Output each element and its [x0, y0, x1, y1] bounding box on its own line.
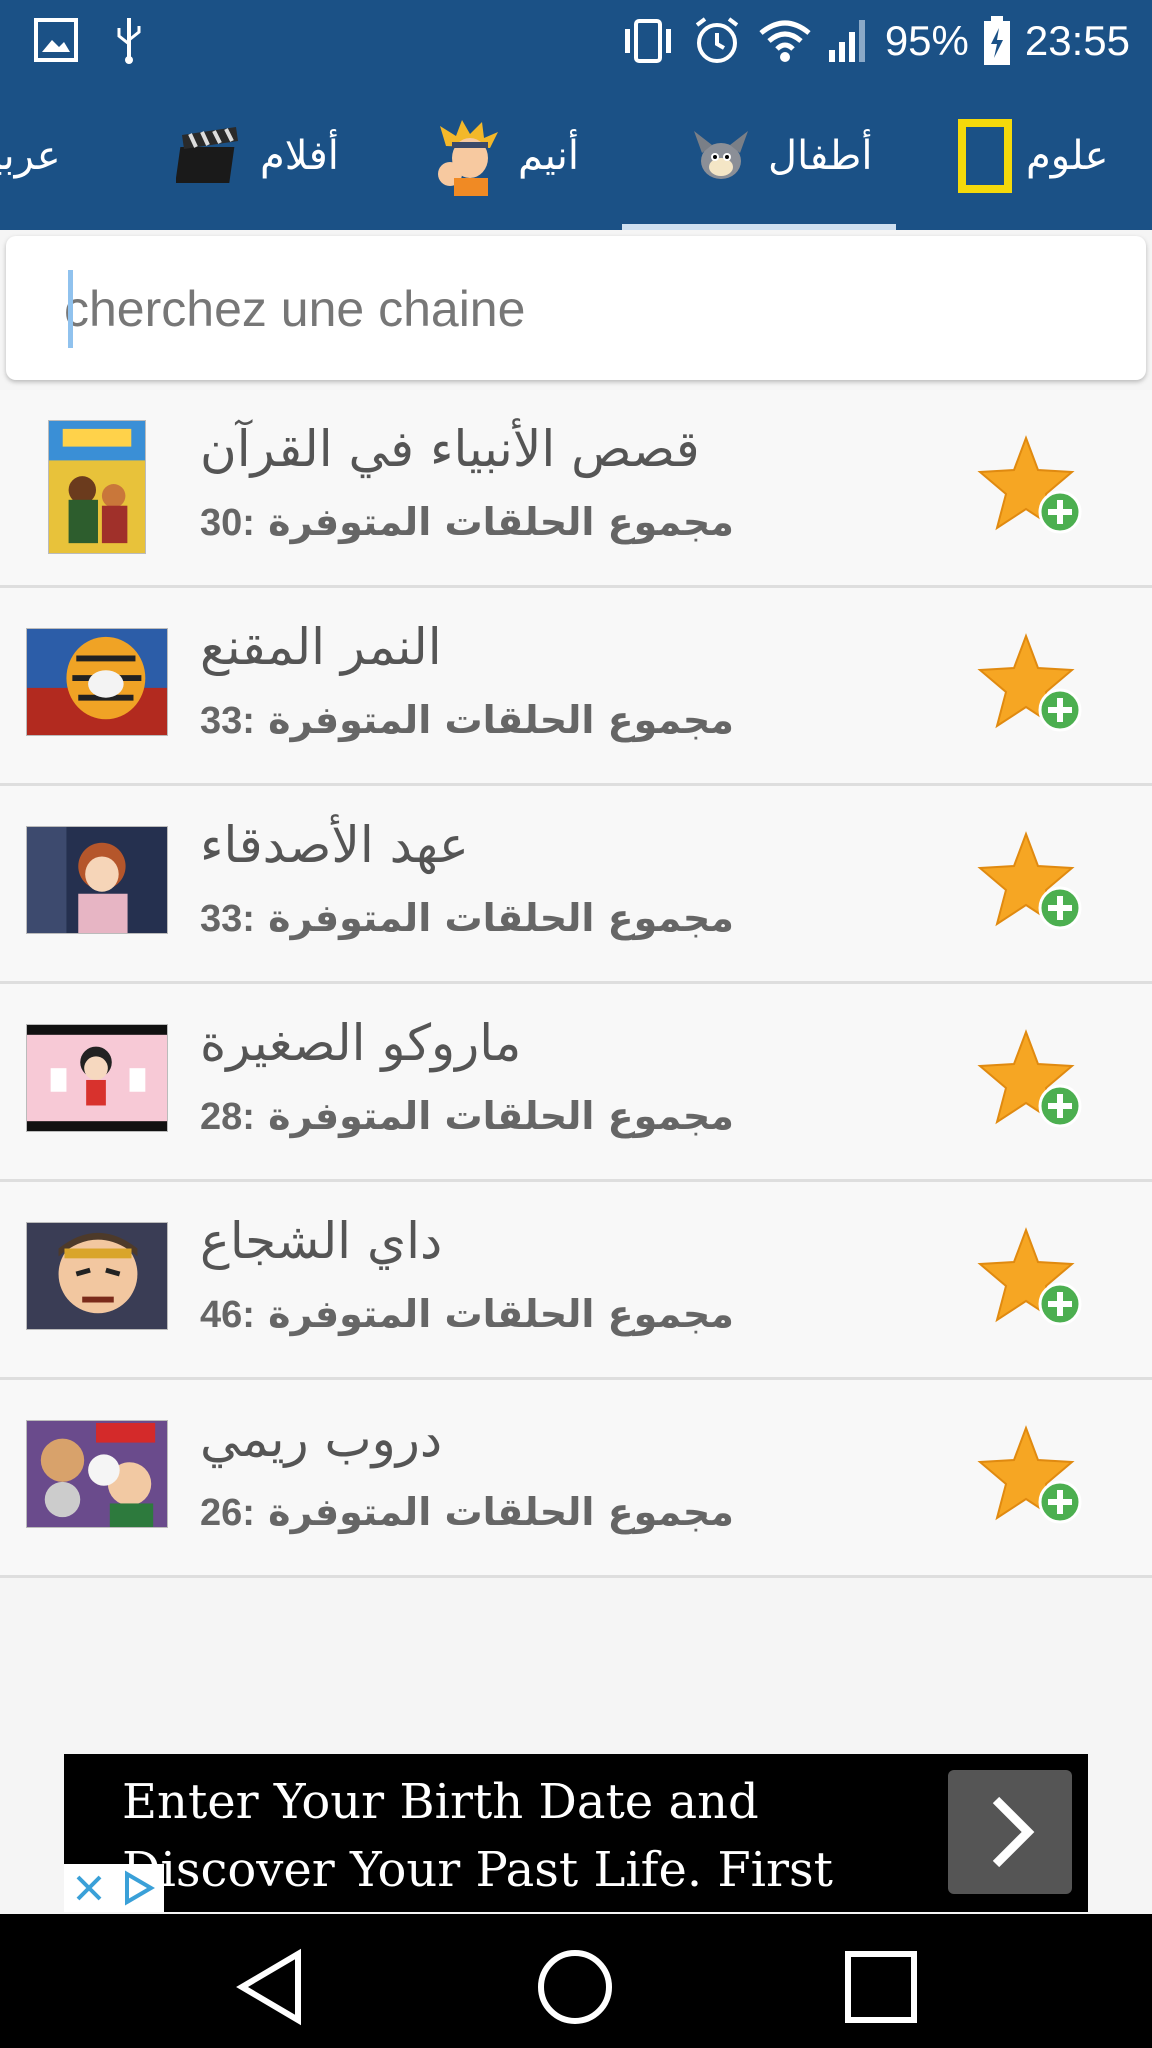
signal-icon: [828, 20, 865, 62]
episode-count: 26: مجموع الحلقات المتوفرة: [200, 1490, 734, 1535]
selected-tab-indicator: [622, 224, 896, 230]
image-icon: [34, 18, 78, 62]
episode-count: 28: مجموع الحلقات المتوفرة: [200, 1094, 734, 1139]
tab-arabic[interactable]: عربية: [0, 82, 61, 230]
episode-count: 30: مجموع الحلقات المتوفرة: [200, 500, 734, 545]
tab-label: علوم: [1026, 133, 1109, 179]
add-favorite-star-icon[interactable]: [976, 1028, 1086, 1132]
tab-anime[interactable]: أنيم: [432, 82, 579, 230]
list-item[interactable]: دروب ريمي 26: مجموع الحلقات المتوفرة: [0, 1380, 1152, 1578]
list-item[interactable]: النمر المقنع 33: مجموع الحلقات المتوفرة: [0, 588, 1152, 786]
ad-banner[interactable]: Enter Your Birth Date and Discover Your …: [64, 1754, 1088, 1966]
tab-sciences[interactable]: علوم: [958, 82, 1109, 230]
list-item[interactable]: ماروكو الصغيرة 28: مجموع الحلقات المتوفر…: [0, 984, 1152, 1182]
channel-title: داي الشجاع: [200, 1212, 443, 1270]
clock: 23:55: [1024, 17, 1130, 64]
ad-choices: [64, 1864, 164, 1912]
episode-count-label: مجموع الحلقات المتوفرة: [268, 1094, 734, 1138]
ad-close-button[interactable]: [64, 1864, 114, 1912]
cartoon-cat-icon: [694, 131, 748, 179]
back-icon[interactable]: [228, 1942, 318, 2032]
add-favorite-star-icon[interactable]: [976, 1424, 1086, 1528]
list-item[interactable]: قصص الأنبياء في القرآن 30: مجموع الحلقات…: [0, 390, 1152, 588]
episode-count: 33: مجموع الحلقات المتوفرة: [200, 896, 734, 941]
channel-thumbnail: [26, 1222, 168, 1330]
channel-title: النمر المقنع: [200, 618, 442, 676]
battery-charging-icon: [983, 16, 1010, 65]
wifi-icon: [759, 20, 811, 62]
add-favorite-star-icon[interactable]: [976, 632, 1086, 736]
episode-count-label: مجموع الحلقات المتوفرة: [268, 1292, 734, 1336]
episode-count-value: 26:: [200, 1492, 255, 1534]
list-item[interactable]: عهد الأصدقاء 33: مجموع الحلقات المتوفرة: [0, 786, 1152, 984]
channel-thumbnail: [26, 1024, 168, 1132]
tab-label: أطفال: [768, 133, 873, 179]
usb-icon: [117, 18, 141, 64]
adchoices-button[interactable]: [114, 1864, 164, 1912]
tab-kids[interactable]: أطفال: [688, 82, 872, 230]
home-icon[interactable]: [530, 1942, 620, 2032]
channel-thumbnail: [26, 628, 168, 736]
add-favorite-star-icon[interactable]: [976, 434, 1086, 538]
status-bar: 95% 23:55: [0, 0, 1152, 82]
chevron-right-icon: [992, 1796, 1035, 1868]
channel-thumbnail: [26, 826, 168, 934]
tab-label: عربية: [0, 133, 61, 179]
battery-percent: 95%: [884, 17, 969, 64]
episode-count: 33: مجموع الحلقات المتوفرة: [200, 698, 734, 743]
search-input[interactable]: [64, 270, 1104, 348]
episode-count-value: 33:: [200, 898, 255, 940]
alarm-icon: [695, 17, 739, 63]
episode-count-value: 28:: [200, 1096, 255, 1138]
episode-count-value: 33:: [200, 700, 255, 742]
close-icon: [76, 1875, 102, 1901]
recents-icon[interactable]: [836, 1942, 926, 2032]
add-favorite-star-icon[interactable]: [976, 1226, 1086, 1330]
navigation-bar: [0, 1914, 1152, 2048]
episode-count-value: 46:: [200, 1294, 255, 1336]
text-cursor: [68, 270, 73, 348]
adchoices-icon: [125, 1870, 155, 1906]
channel-thumbnail: [48, 420, 146, 554]
channel-title: قصص الأنبياء في القرآن: [200, 420, 700, 478]
tab-label: أفلام: [260, 133, 339, 179]
episode-count: 46: مجموع الحلقات المتوفرة: [200, 1292, 734, 1337]
tab-movies[interactable]: أفلام: [176, 82, 339, 230]
yellow-frame-logo-icon: [958, 119, 1012, 193]
channel-thumbnail: [26, 1420, 168, 1528]
episode-count-label: مجموع الحلقات المتوفرة: [268, 698, 734, 742]
episode-count-label: مجموع الحلقات المتوفرة: [268, 896, 734, 940]
channel-list: قصص الأنبياء في القرآن 30: مجموع الحلقات…: [0, 390, 1152, 1578]
add-favorite-star-icon[interactable]: [976, 830, 1086, 934]
channel-title: عهد الأصدقاء: [200, 816, 469, 874]
list-item[interactable]: داي الشجاع 46: مجموع الحلقات المتوفرة: [0, 1182, 1152, 1380]
channel-title: دروب ريمي: [200, 1410, 443, 1468]
tab-label: أنيم: [518, 133, 579, 179]
anime-character-icon: [438, 120, 498, 196]
vibrate-icon: [624, 19, 671, 63]
ad-open-button[interactable]: [948, 1770, 1072, 1894]
clapperboard-icon: [176, 127, 238, 183]
episode-count-label: مجموع الحلقات المتوفرة: [268, 500, 734, 544]
category-tabs: علوم أطفال أنيم أفلام عربية: [0, 82, 1152, 230]
search-card: [6, 236, 1146, 380]
episode-count-value: 30:: [200, 502, 255, 544]
episode-count-label: مجموع الحلقات المتوفرة: [268, 1490, 734, 1534]
channel-title: ماروكو الصغيرة: [200, 1014, 522, 1072]
